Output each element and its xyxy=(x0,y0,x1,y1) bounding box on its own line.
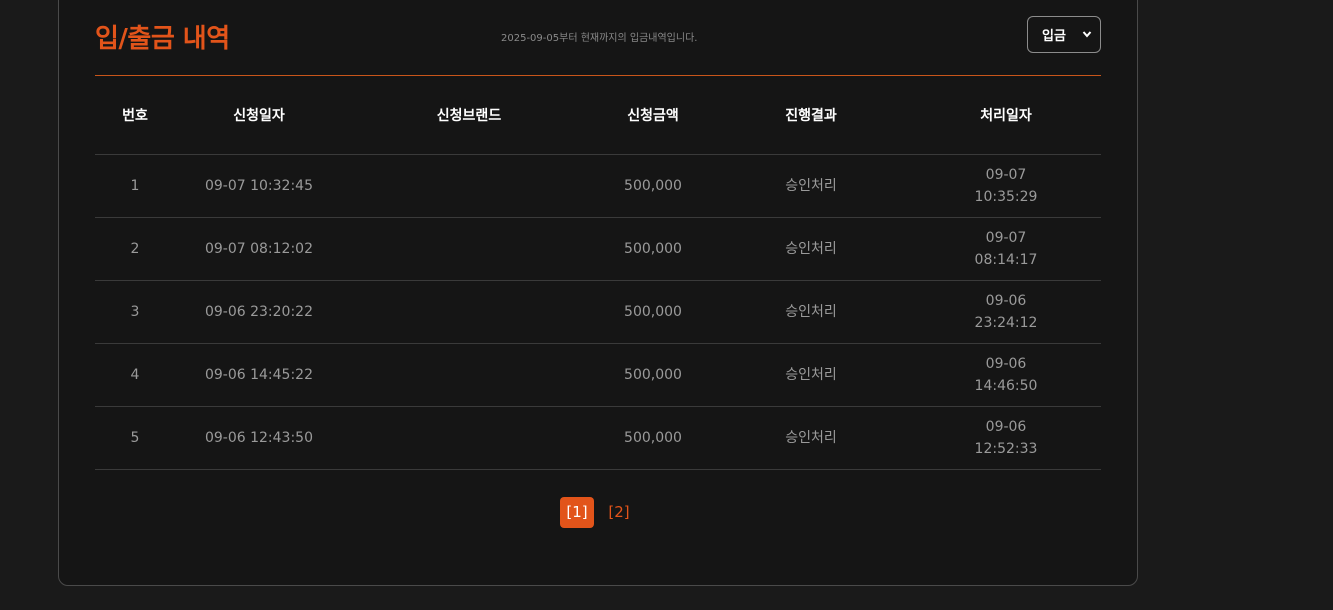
col-header-request-date: 신청일자 xyxy=(175,76,343,155)
transaction-type-select[interactable]: 입금 xyxy=(1027,16,1101,53)
cell-brand xyxy=(343,280,595,344)
chevron-down-icon xyxy=(1082,31,1092,38)
cell-result: 승인처리 xyxy=(711,154,911,218)
pagination: [1] [2] xyxy=(560,497,636,528)
cell-number: 3 xyxy=(95,280,175,344)
cell-request-date: 09-06 12:43:50 xyxy=(175,406,343,470)
cell-request-date: 09-06 14:45:22 xyxy=(175,343,343,407)
cell-number: 1 xyxy=(95,154,175,218)
cell-request-date: 09-07 08:12:02 xyxy=(175,217,343,281)
cell-brand xyxy=(343,217,595,281)
cell-number: 2 xyxy=(95,217,175,281)
processed-date: 09-06 xyxy=(985,418,1027,435)
processed-date: 09-07 xyxy=(985,166,1027,183)
table-row: 4 09-06 14:45:22 500,000 승인처리 09-06 14:46… xyxy=(95,343,1101,407)
processed-date: 09-06 xyxy=(985,355,1027,372)
cell-amount: 500,000 xyxy=(595,406,711,470)
cell-processed-date: 09-06 14:46:50 xyxy=(911,343,1101,407)
cell-result: 승인처리 xyxy=(711,406,911,470)
cell-result: 승인처리 xyxy=(711,343,911,407)
page-button-1[interactable]: [1] xyxy=(560,497,594,528)
col-header-number: 번호 xyxy=(95,76,175,155)
col-header-amount: 신청금액 xyxy=(595,76,711,155)
processed-time: 08:14:17 xyxy=(974,251,1038,268)
table-row: 3 09-06 23:20:22 500,000 승인처리 09-06 23:24… xyxy=(95,280,1101,344)
page-button-2[interactable]: [2] xyxy=(602,497,636,528)
cell-processed-date: 09-07 10:35:29 xyxy=(911,154,1101,218)
period-description: 2025-09-05부터 현재까지의 입금내역입니다. xyxy=(501,33,698,44)
processed-date: 09-07 xyxy=(985,229,1027,246)
cell-request-date: 09-06 23:20:22 xyxy=(175,280,343,344)
cell-result: 승인처리 xyxy=(711,217,911,281)
cell-amount: 500,000 xyxy=(595,154,711,218)
processed-time: 23:24:12 xyxy=(974,314,1038,331)
table-row: 1 09-07 10:32:45 500,000 승인처리 09-07 10:35… xyxy=(95,154,1101,218)
processed-time: 10:35:29 xyxy=(974,188,1038,205)
cell-number: 5 xyxy=(95,406,175,470)
cell-brand xyxy=(343,343,595,407)
cell-processed-date: 09-06 23:24:12 xyxy=(911,280,1101,344)
processed-date: 09-06 xyxy=(985,292,1027,309)
processed-time: 14:46:50 xyxy=(974,377,1038,394)
transaction-type-selected: 입금 xyxy=(1042,29,1066,44)
cell-result: 승인처리 xyxy=(711,280,911,344)
cell-request-date: 09-07 10:32:45 xyxy=(175,154,343,218)
table-row: 2 09-07 08:12:02 500,000 승인처리 09-07 08:14… xyxy=(95,217,1101,281)
cell-processed-date: 09-06 12:52:33 xyxy=(911,406,1101,470)
table-row: 5 09-06 12:43:50 500,000 승인처리 09-06 12:52… xyxy=(95,406,1101,470)
deposit-history-panel: 입/출금 내역 2025-09-05부터 현재까지의 입금내역입니다. 입금 번… xyxy=(58,0,1138,586)
page-title: 입/출금 내역 xyxy=(95,24,230,54)
col-header-result: 진행결과 xyxy=(711,76,911,155)
history-table: 번호 신청일자 신청브랜드 신청금액 진행결과 처리일자 1 09-07 10:… xyxy=(95,76,1101,470)
processed-time: 12:52:33 xyxy=(974,440,1038,457)
col-header-brand: 신청브랜드 xyxy=(343,76,595,155)
cell-brand xyxy=(343,406,595,470)
panel-header: 입/출금 내역 2025-09-05부터 현재까지의 입금내역입니다. 입금 xyxy=(95,0,1101,76)
cell-brand xyxy=(343,154,595,218)
cell-amount: 500,000 xyxy=(595,217,711,281)
cell-processed-date: 09-07 08:14:17 xyxy=(911,217,1101,281)
col-header-processed-date: 처리일자 xyxy=(911,76,1101,155)
table-header-row: 번호 신청일자 신청브랜드 신청금액 진행결과 처리일자 xyxy=(95,76,1101,155)
cell-amount: 500,000 xyxy=(595,280,711,344)
cell-amount: 500,000 xyxy=(595,343,711,407)
cell-number: 4 xyxy=(95,343,175,407)
